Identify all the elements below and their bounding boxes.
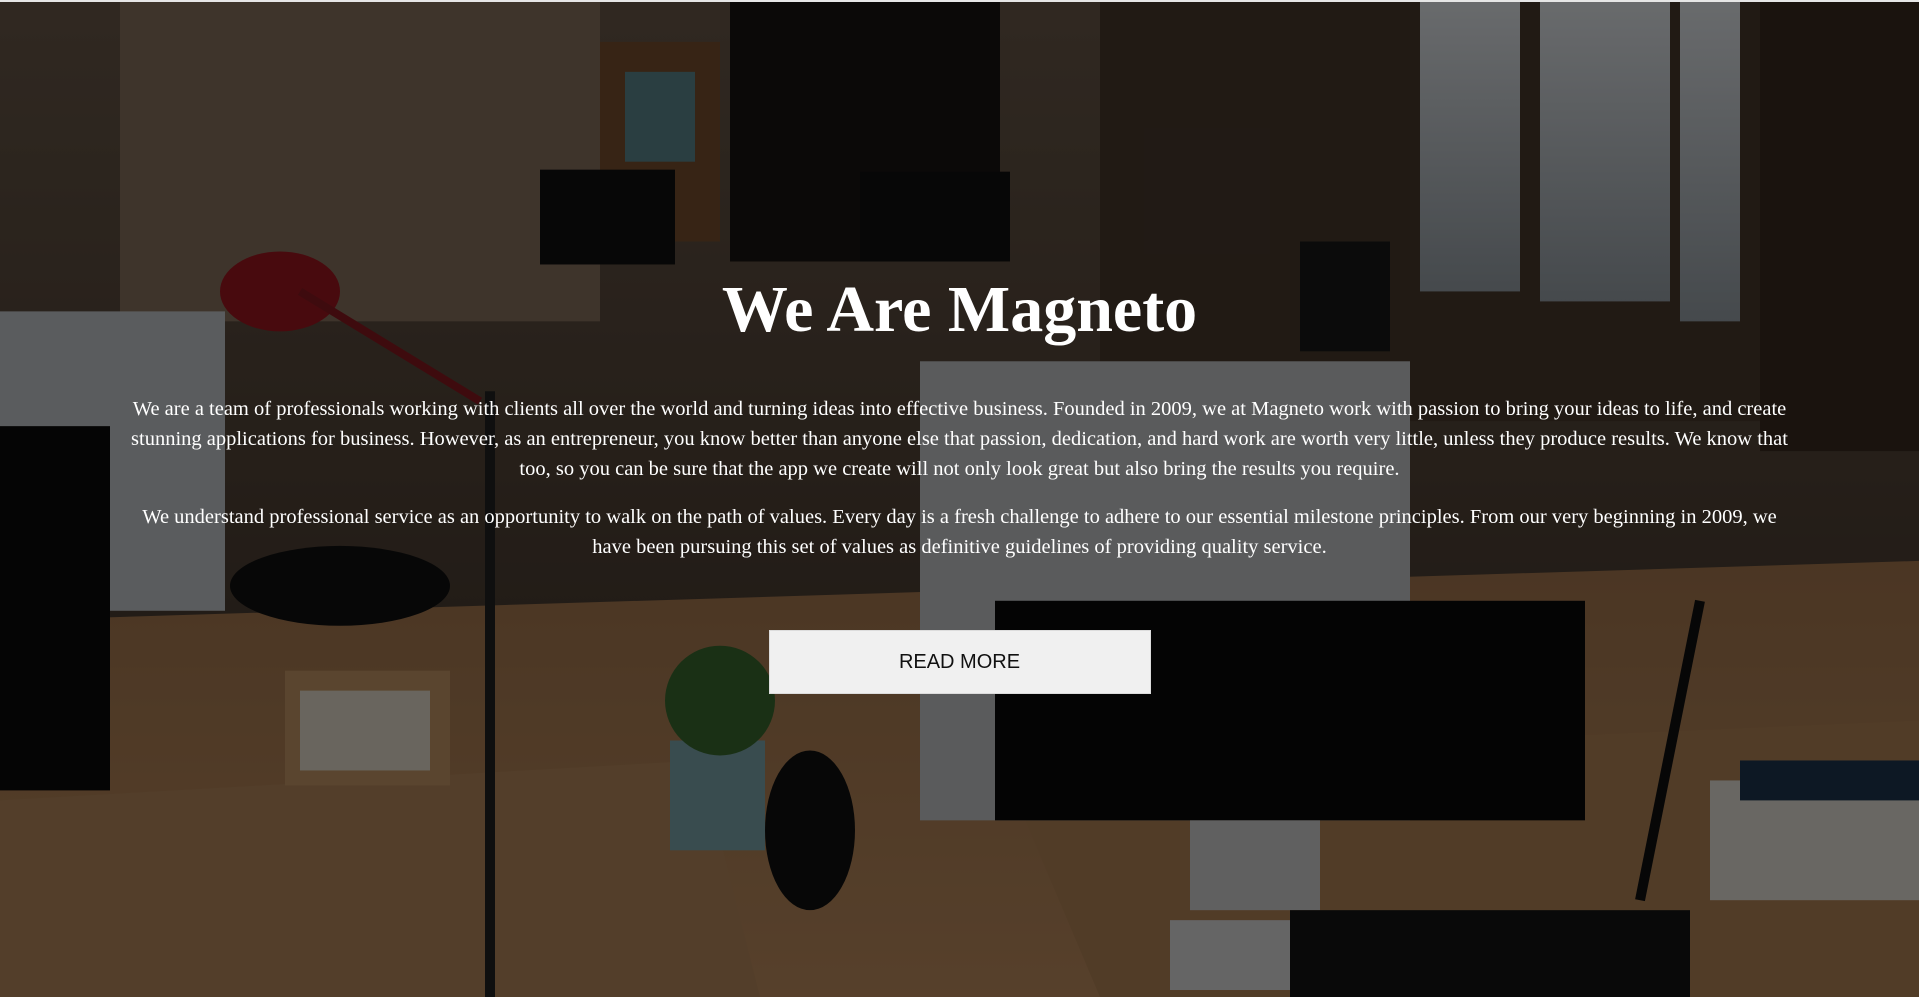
read-more-button[interactable]: READ MORE (768, 629, 1151, 694)
hero-section: We Are Magneto We are a team of professi… (0, 0, 1919, 997)
values-paragraph: We understand professional service as an… (142, 505, 1777, 558)
page-title: We Are Magneto (721, 273, 1198, 346)
hero-content: We Are Magneto We are a team of professi… (130, 272, 1789, 694)
intro-paragraph: We are a team of professionals working w… (131, 397, 1788, 480)
